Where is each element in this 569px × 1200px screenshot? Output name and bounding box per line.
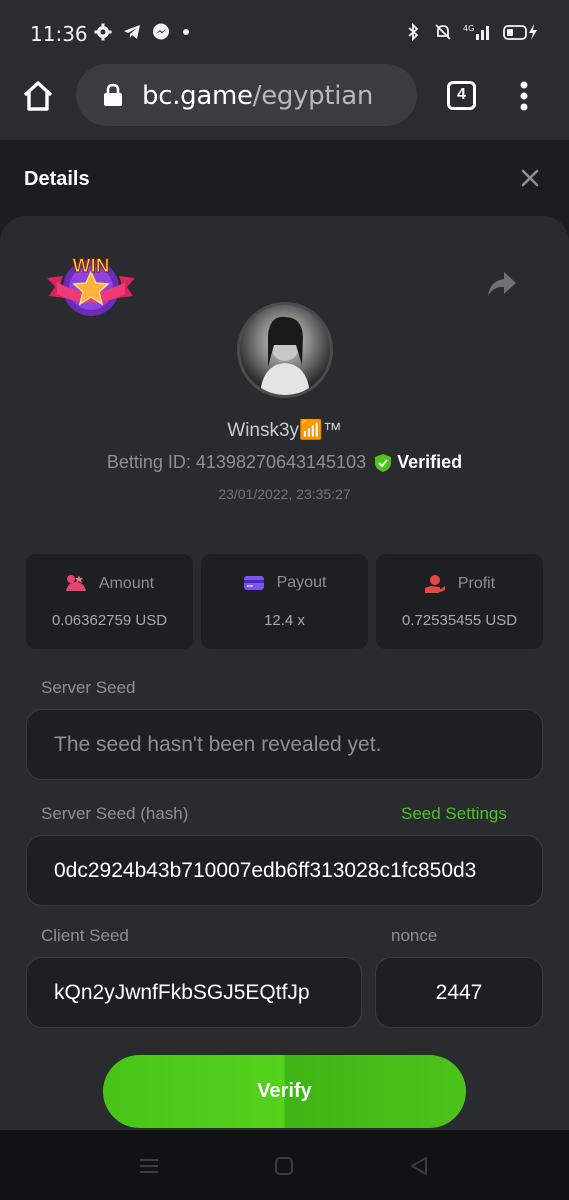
lock-icon	[104, 83, 122, 106]
profit-value: 0.72535455 USD	[401, 612, 518, 629]
signal-4g-icon: 4G	[463, 24, 489, 40]
tab-switcher-button[interactable]: 4	[447, 81, 476, 110]
payout-stat: Payout 12.4 x	[201, 554, 368, 649]
home-icon[interactable]	[20, 78, 56, 114]
betting-id: Betting ID: 41398270643145103	[106, 452, 367, 472]
payout-value: 12.4 x	[264, 612, 305, 629]
avatar	[237, 302, 333, 398]
home-nav-icon[interactable]	[273, 1155, 295, 1177]
svg-text:WIN: WIN	[73, 256, 110, 277]
share-icon[interactable]	[486, 270, 518, 298]
betting-id-row: Betting ID: 41398270643145103 Verified	[0, 452, 569, 473]
server-seed-label: Server Seed	[41, 678, 136, 697]
status-notification-icons	[93, 22, 200, 42]
status-time: 11:36	[30, 22, 88, 46]
server-seed-hash-field[interactable]: 0dc2924b43b710007edb6ff313028c1fc850d3	[26, 835, 543, 906]
payout-stat-header: Payout	[201, 574, 368, 592]
payout-card-icon	[243, 576, 264, 590]
page-title: Details	[24, 168, 90, 190]
payout-label: Payout	[276, 574, 327, 591]
svg-text:4G: 4G	[463, 24, 474, 33]
silent-bell-icon	[435, 24, 451, 40]
nonce-label: nonce	[391, 926, 438, 945]
verified-label: Verified	[397, 452, 463, 472]
verified-badge: Verified	[374, 452, 462, 473]
profit-label: Profit	[457, 575, 496, 592]
address-bar[interactable]: bc.game/egyptian	[76, 64, 417, 126]
nonce-field[interactable]: 2447	[375, 957, 543, 1028]
more-vert-icon[interactable]	[512, 78, 536, 114]
details-header: Details	[0, 140, 569, 216]
url-text: bc.game/egyptian	[142, 81, 373, 111]
client-seed-label: Client Seed	[41, 926, 129, 945]
win-badge-icon: WIN	[47, 256, 135, 316]
profit-stat: Profit 0.72535455 USD	[376, 554, 543, 649]
system-navigation-bar	[0, 1130, 569, 1200]
nonce-value: 2447	[435, 981, 483, 1004]
amount-stat-header: Amount	[26, 574, 193, 594]
seed-settings-link[interactable]: Seed Settings	[401, 804, 507, 824]
amount-stat: Amount 0.06362759 USD	[26, 554, 193, 649]
bet-details-card: WIN Winsk3y📶™ Betting ID: 41398270643145…	[0, 216, 569, 1130]
client-seed-value: kQn2yJwnfFkbSGJ5EQtfJp	[54, 981, 310, 1004]
amount-label: Amount	[98, 575, 155, 592]
profit-hand-icon	[424, 575, 445, 593]
amount-icon	[65, 575, 86, 591]
client-seed-field[interactable]: kQn2yJwnfFkbSGJ5EQtfJp	[26, 957, 362, 1028]
username: Winsk3y📶™	[227, 420, 342, 441]
verify-button[interactable]: Verify	[103, 1055, 466, 1128]
verified-shield-icon	[375, 453, 392, 472]
back-icon[interactable]	[408, 1155, 430, 1177]
server-seed-hash-value: 0dc2924b43b710007edb6ff313028c1fc850d3	[54, 859, 477, 882]
messenger-icon	[153, 23, 169, 40]
telegram-icon	[124, 25, 140, 39]
server-seed-field[interactable]: The seed hasn't been revealed yet.	[26, 709, 543, 780]
bet-timestamp: 23/01/2022, 23:35:27	[218, 486, 351, 502]
url-path: /egyptian	[252, 81, 374, 111]
recent-apps-icon[interactable]	[138, 1155, 160, 1177]
settings-gear-icon	[94, 23, 112, 41]
server-seed-placeholder: The seed hasn't been revealed yet.	[54, 733, 382, 756]
status-bar: 11:36 4G	[0, 0, 569, 64]
avatar-photo	[260, 316, 310, 395]
bluetooth-icon	[408, 22, 419, 42]
url-domain: bc.game	[142, 81, 253, 111]
profit-stat-header: Profit	[376, 574, 543, 594]
browser-toolbar: bc.game/egyptian 4	[0, 64, 569, 140]
more-notifications-dot-icon	[183, 29, 189, 35]
close-icon[interactable]	[518, 166, 542, 190]
status-system-icons: 4G	[403, 22, 541, 42]
server-seed-hash-label: Server Seed (hash)	[41, 804, 189, 823]
amount-value: 0.06362759 USD	[51, 612, 168, 629]
battery-charging-icon	[503, 24, 537, 40]
